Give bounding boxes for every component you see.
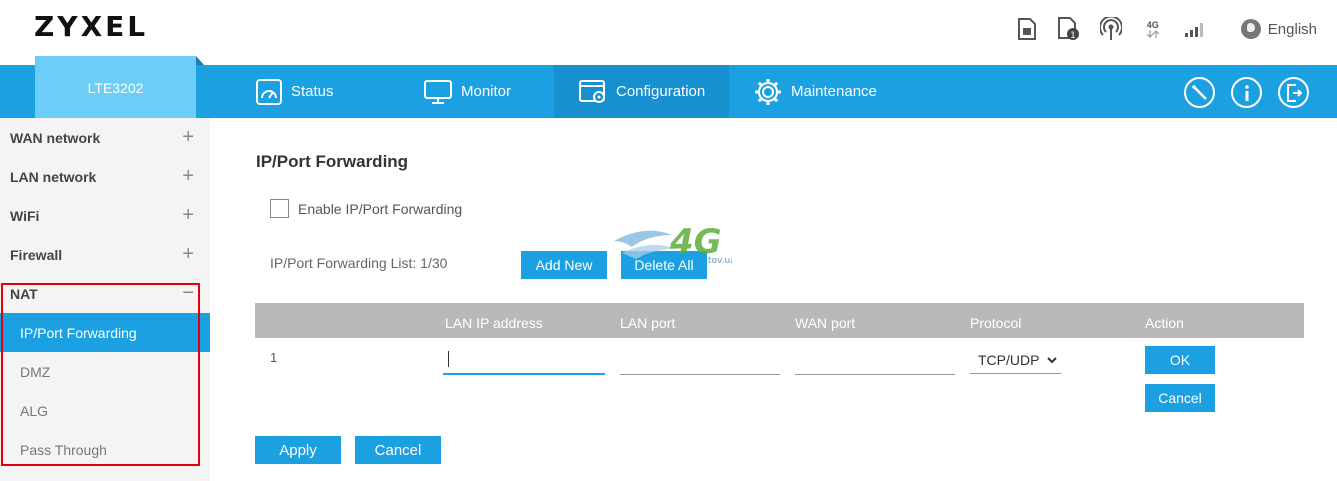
sidebar-item-label: LAN network <box>10 168 97 185</box>
sim-card-icon <box>1015 16 1039 42</box>
info-button[interactable] <box>1231 77 1262 108</box>
column-wan-port: WAN port <box>795 315 856 331</box>
nav-monitor-label: Monitor <box>461 83 512 100</box>
nav-status[interactable]: Status <box>255 65 334 118</box>
sidebar-item-label: NAT <box>10 285 38 302</box>
sidebar-item-label: Firewall <box>10 246 63 263</box>
enable-forwarding-checkbox[interactable] <box>270 199 289 218</box>
text-caret <box>448 351 449 367</box>
row-index: 1 <box>270 350 278 365</box>
enable-forwarding-row[interactable]: Enable IP/Port Forwarding <box>270 199 462 218</box>
wizard-icon <box>1191 84 1207 100</box>
sidebar-item-ip-port-forwarding[interactable]: IP/Port Forwarding <box>0 313 210 352</box>
signal-strength-icon <box>1183 16 1207 42</box>
network-type-icon: 4G <box>1141 16 1165 42</box>
wan-port-input[interactable] <box>795 347 955 375</box>
sidebar: WAN network + LAN network + WiFi + Firew… <box>0 118 210 481</box>
column-action: Action <box>1145 315 1184 331</box>
signal-tower-icon <box>1099 16 1123 42</box>
nav-maintenance-label: Maintenance <box>791 83 877 100</box>
nav-status-label: Status <box>291 83 334 100</box>
status-icon <box>256 78 282 105</box>
wizard-button[interactable] <box>1184 77 1215 108</box>
logout-icon <box>1286 83 1302 102</box>
lan-ip-input[interactable] <box>443 347 605 375</box>
globe-icon <box>1240 19 1261 39</box>
expand-icon: + <box>182 204 194 226</box>
nav-configuration[interactable]: Configuration <box>554 65 729 118</box>
chevron-down-icon <box>1047 357 1057 364</box>
watermark-subtext: tov.ua <box>708 256 732 266</box>
sidebar-item-lan-network[interactable]: LAN network + <box>0 157 210 196</box>
lan-port-input[interactable] <box>620 347 780 375</box>
sidebar-item-nat[interactable]: NAT − <box>0 274 210 313</box>
sidebar-item-label: WiFi <box>10 207 40 224</box>
main-nav: LTE3202 Status Monitor Configuration Mai… <box>0 56 1337 118</box>
collapse-icon: − <box>182 282 194 304</box>
language-selector[interactable]: English <box>1240 19 1317 39</box>
network-badge: 4G <box>1146 20 1159 30</box>
sidebar-item-pass-through[interactable]: Pass Through <box>0 430 210 469</box>
sidebar-item-firewall[interactable]: Firewall + <box>0 235 210 274</box>
gear-icon <box>755 78 781 105</box>
sidebar-item-wan-network[interactable]: WAN network + <box>0 118 210 157</box>
configuration-icon <box>579 79 605 103</box>
column-protocol: Protocol <box>970 315 1022 331</box>
monitor-icon <box>424 79 452 104</box>
sidebar-item-dmz[interactable]: DMZ <box>0 352 210 391</box>
logout-button[interactable] <box>1278 77 1309 108</box>
nav-configuration-label: Configuration <box>616 83 706 100</box>
protocol-value: TCP/UDP <box>978 352 1040 368</box>
sidebar-item-wifi[interactable]: WiFi + <box>0 196 210 235</box>
column-lan-ip: LAN IP address <box>445 315 543 331</box>
expand-icon: + <box>182 165 194 187</box>
delete-all-button[interactable]: Delete All <box>621 251 707 279</box>
model-tab[interactable]: LTE3202 <box>35 56 204 118</box>
status-icons: 1 4G English <box>997 16 1317 42</box>
page-title: IP/Port Forwarding <box>256 152 409 171</box>
nav-monitor[interactable]: Monitor <box>423 65 511 118</box>
info-icon <box>1244 84 1249 101</box>
row-ok-button[interactable]: OK <box>1145 346 1215 374</box>
forwarding-table-header: LAN IP address LAN port WAN port Protoco… <box>255 303 1304 338</box>
enable-forwarding-label: Enable IP/Port Forwarding <box>298 200 463 217</box>
sidebar-item-alg[interactable]: ALG <box>0 391 210 430</box>
expand-icon: + <box>182 243 194 265</box>
apply-button[interactable]: Apply <box>255 436 341 464</box>
language-label: English <box>1267 20 1317 38</box>
add-new-button[interactable]: Add New <box>521 251 607 279</box>
protocol-select[interactable]: TCP/UDP <box>970 347 1061 374</box>
sim-card-count-icon: 1 <box>1057 16 1081 42</box>
expand-icon: + <box>182 126 194 148</box>
row-cancel-button[interactable]: Cancel <box>1145 384 1215 412</box>
sim-count: 1 <box>1070 31 1076 41</box>
brand-logo: ZYXEL <box>34 10 149 43</box>
nav-maintenance[interactable]: Maintenance <box>753 65 877 118</box>
forwarding-list-count: IP/Port Forwarding List: 1/30 <box>270 255 448 271</box>
sidebar-item-label: WAN network <box>10 129 101 146</box>
cancel-button[interactable]: Cancel <box>355 436 441 464</box>
column-lan-port: LAN port <box>620 315 676 331</box>
